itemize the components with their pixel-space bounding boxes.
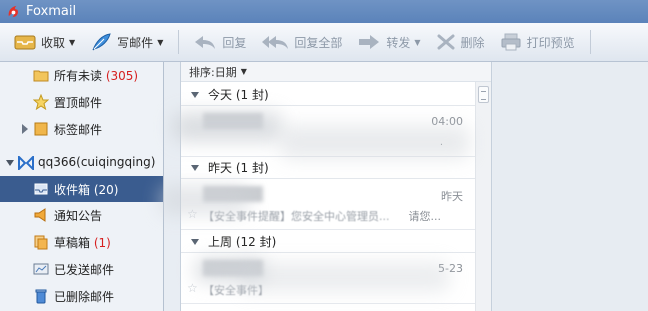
sidebar-account[interactable]: qq366(cuiqingqing): [0, 150, 163, 176]
collapse-triangle-icon[interactable]: [191, 238, 199, 245]
sidebar-item-tagged[interactable]: 标签邮件: [0, 116, 163, 142]
sort-label: 排序:日期: [189, 65, 237, 79]
toolbar: 收取 ▼ 写邮件 ▼ 回复 回复全部 转发 ▼ 删除 打印预览: [0, 23, 648, 62]
group-label: 今天 (1 封): [208, 88, 269, 102]
scrollbar-thumb[interactable]: [478, 86, 489, 103]
chevron-right-icon[interactable]: [22, 124, 28, 134]
sidebar-item-label: 草稿箱: [54, 236, 91, 250]
sidebar-item-pinned[interactable]: 置顶邮件: [0, 89, 163, 115]
app-title: Foxmail: [26, 4, 77, 19]
reading-pane: [493, 62, 648, 311]
reply-all-button[interactable]: 回复全部: [261, 27, 342, 57]
chevron-down-icon[interactable]: [6, 160, 14, 166]
drafts-count: (1): [93, 236, 111, 250]
sidebar-item-label: 所有未读: [54, 69, 103, 83]
group-header-last-week[interactable]: 上周 (12 封): [181, 231, 475, 253]
megaphone-icon: [34, 208, 46, 222]
sidebar-item-label: 已发送邮件: [54, 263, 115, 277]
sidebar-item-inbox[interactable]: 收件箱 (20): [0, 176, 163, 202]
mail-list-scrollbar[interactable]: [475, 82, 491, 311]
receive-label: 收取: [41, 35, 66, 50]
trash-can-icon: [35, 289, 47, 304]
chevron-down-icon[interactable]: ▼: [414, 38, 420, 47]
delete-x-icon: [437, 34, 455, 50]
star-icon[interactable]: ☆: [187, 281, 198, 295]
collapse-triangle-icon[interactable]: [191, 164, 199, 171]
redaction-blur: [160, 185, 250, 215]
print-preview-label: 打印预览: [526, 35, 575, 50]
tag-folder-icon: [34, 122, 48, 136]
mail-preview-tail: 请您...: [408, 210, 442, 223]
group-label: 上周 (12 封): [208, 235, 277, 249]
reply-all-arrow-icon: [262, 36, 289, 49]
sidebar-item-label: 已删除邮件: [54, 290, 115, 304]
sidebar-item-label: 通知公告: [54, 209, 103, 223]
chevron-down-icon[interactable]: ▼: [69, 38, 75, 47]
folder-sidebar: 所有未读 (305) 置顶邮件 标签邮件 qq366(cuiqingqing) …: [0, 62, 164, 311]
group-header-yesterday[interactable]: 昨天 (1 封): [181, 157, 475, 179]
compose-label: 写邮件: [117, 35, 154, 50]
group-label: 昨天 (1 封): [208, 161, 269, 175]
sidebar-item-label: 置顶邮件: [54, 96, 103, 110]
delete-button[interactable]: 删除: [436, 27, 485, 57]
sidebar-item-unread[interactable]: 所有未读 (305): [0, 62, 163, 88]
inbox-tray-icon: [14, 35, 36, 50]
reply-all-label: 回复全部: [294, 35, 343, 50]
forward-arrow-icon: [359, 35, 380, 49]
sidebar-item-drafts[interactable]: 草稿箱 (1): [0, 229, 163, 255]
sidebar-item-notice[interactable]: 通知公告: [0, 202, 163, 228]
folder-icon: [33, 70, 49, 82]
compose-button[interactable]: 写邮件 ▼: [90, 27, 163, 57]
redaction-blur: [280, 125, 470, 159]
inbox-count: (20): [93, 183, 119, 197]
feather-pen-icon: [92, 33, 111, 51]
sidebar-item-deleted[interactable]: 已删除邮件: [0, 283, 163, 309]
account-label: qq366(cuiqingqing): [38, 155, 156, 169]
reply-label: 回复: [222, 35, 247, 50]
receive-button[interactable]: 收取 ▼: [14, 27, 75, 57]
sidebar-item-label: 标签邮件: [54, 123, 103, 137]
drafts-icon: [34, 235, 48, 250]
redaction-blur: [172, 112, 282, 142]
reply-arrow-icon: [195, 36, 216, 49]
star-icon: [33, 94, 49, 110]
delete-label: 删除: [460, 35, 485, 50]
toolbar-divider: [178, 30, 180, 54]
chevron-down-icon[interactable]: ▼: [241, 67, 247, 76]
chevron-down-icon[interactable]: ▼: [157, 38, 163, 47]
mail-time: 昨天: [441, 190, 463, 203]
collapse-triangle-icon[interactable]: [191, 91, 199, 98]
redaction-blur: [240, 262, 450, 292]
sidebar-item-label: 收件箱: [54, 183, 91, 197]
sent-mail-icon: [33, 263, 49, 275]
forward-label: 转发: [386, 35, 411, 50]
foxmail-logo-icon: [8, 5, 18, 18]
account-bowtie-icon: [18, 156, 34, 170]
sort-selector[interactable]: 排序:日期 ▼: [181, 62, 491, 82]
print-preview-button[interactable]: 打印预览: [500, 27, 575, 57]
toolbar-divider: [589, 30, 591, 54]
printer-icon: [501, 33, 521, 51]
sidebar-item-sent[interactable]: 已发送邮件: [0, 256, 163, 282]
group-header-today[interactable]: 今天 (1 封): [181, 84, 475, 106]
unread-count: (305): [105, 69, 139, 83]
forward-button[interactable]: 转发 ▼: [357, 27, 421, 57]
reply-button[interactable]: 回复: [193, 27, 246, 57]
inbox-icon: [34, 183, 48, 195]
title-bar: Foxmail: [0, 0, 648, 23]
